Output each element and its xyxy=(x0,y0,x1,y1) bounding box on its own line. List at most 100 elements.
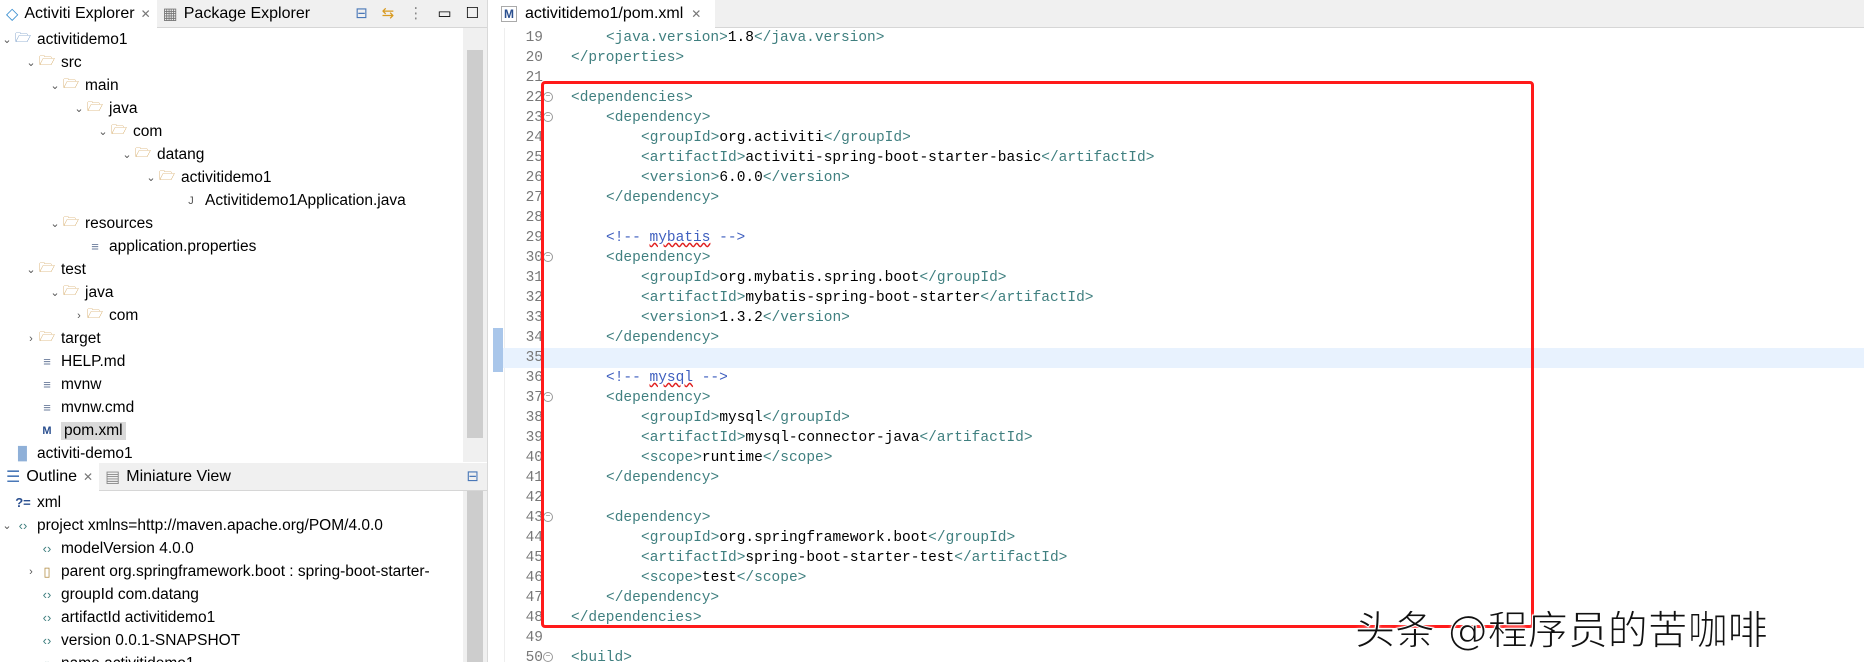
chevron-down-icon[interactable]: ⌄ xyxy=(24,56,38,69)
code-line[interactable]: 26 <version>6.0.0</version> xyxy=(493,168,1864,188)
tree-item[interactable]: ‹› groupId com.datang xyxy=(0,583,462,606)
tree-item[interactable]: ⌄ 🗁 src xyxy=(0,51,462,74)
code-line[interactable]: 25 <artifactId>activiti-spring-boot-start… xyxy=(493,148,1864,168)
code-area[interactable]: 19 <java.version>1.8</java.version> 20 </pr… xyxy=(493,28,1864,666)
text-file-icon: ≡ xyxy=(91,239,99,254)
tab-outline[interactable]: ☰ Outline ✕ xyxy=(0,462,100,491)
tree-item[interactable]: ⌄ 🗁 java xyxy=(0,281,462,304)
code-line[interactable]: 41 </dependency> xyxy=(493,468,1864,488)
chevron-down-icon[interactable]: ⌄ xyxy=(96,125,110,138)
tab-package-explorer[interactable]: ▦ Package Explorer xyxy=(157,0,316,28)
chevron-down-icon[interactable]: ⌄ xyxy=(0,519,14,532)
code-line[interactable]: 19 <java.version>1.8</java.version> xyxy=(493,28,1864,48)
tree-item[interactable]: › ▯ parent org.springframework.boot : spri… xyxy=(0,560,462,583)
maximize-icon[interactable]: ☐ xyxy=(466,4,479,22)
tree-item-label: datang xyxy=(157,145,205,163)
code-line[interactable]: 36 <!-- mysql --> xyxy=(493,368,1864,388)
chevron-down-icon[interactable]: ⌄ xyxy=(0,33,14,46)
tree-item[interactable]: ≡ mvnw xyxy=(0,373,462,396)
tree-item[interactable]: › 🗁 target xyxy=(0,327,462,350)
fold-toggle-icon[interactable]: − xyxy=(543,392,553,402)
tree-item[interactable]: ?= xml xyxy=(0,491,462,514)
fold-toggle-icon[interactable]: − xyxy=(543,112,553,122)
tree-item[interactable]: ≡ application.properties xyxy=(0,235,462,258)
fold-toggle-icon[interactable]: − xyxy=(543,92,553,102)
line-number: 45 xyxy=(525,550,543,566)
tree-item[interactable]: ⌄ 🗁 main xyxy=(0,74,462,97)
code-line[interactable]: 43− <dependency> xyxy=(493,508,1864,528)
code-line[interactable]: 34 </dependency> xyxy=(493,328,1864,348)
tree-item[interactable]: ‹› name activitidemo1 xyxy=(0,652,462,663)
code-line[interactable]: 30− <dependency> xyxy=(493,248,1864,268)
link-with-editor-icon[interactable]: ⇆ xyxy=(382,4,395,22)
code-line[interactable]: 44 <groupId>org.springframework.boot</gro… xyxy=(493,528,1864,548)
line-number: 40 xyxy=(525,450,543,466)
fold-toggle-icon[interactable]: − xyxy=(543,512,553,522)
chevron-down-icon[interactable]: ⌄ xyxy=(48,286,62,299)
code-line[interactable]: 33 <version>1.3.2</version> xyxy=(493,308,1864,328)
code-line[interactable]: 28 xyxy=(493,208,1864,228)
code-line[interactable]: 31 <groupId>org.mybatis.spring.boot</grou… xyxy=(493,268,1864,288)
view-menu-icon[interactable]: ⋮ xyxy=(408,4,423,22)
tree-item[interactable]: ▉ activiti-demo1 xyxy=(0,442,462,462)
tree-item[interactable]: ≡ mvnw.cmd xyxy=(0,396,462,419)
tree-item[interactable]: ⌄ 🗁 com xyxy=(0,120,462,143)
tab-activiti-explorer[interactable]: ◇ Activiti Explorer ✕ xyxy=(0,0,157,28)
minimize-icon[interactable]: ▭ xyxy=(437,4,451,22)
code-line[interactable]: 24 <groupId>org.activiti</groupId> xyxy=(493,128,1864,148)
collapse-all-icon[interactable]: ⊟ xyxy=(466,467,479,485)
code-line[interactable]: 32 <artifactId>mybatis-spring-boot-starte… xyxy=(493,288,1864,308)
chevron-down-icon[interactable]: ⌄ xyxy=(144,171,158,184)
collapse-all-icon[interactable]: ⊟ xyxy=(355,4,368,22)
outline-scrollbar[interactable] xyxy=(463,491,487,662)
close-icon[interactable]: ✕ xyxy=(691,7,701,21)
code-line[interactable]: 39 <artifactId>mysql-connector-java</arti… xyxy=(493,428,1864,448)
chevron-right-icon[interactable]: › xyxy=(24,333,38,345)
tree-item[interactable]: Mpom.xml xyxy=(0,419,462,442)
code-line[interactable]: 29 <!-- mybatis --> xyxy=(493,228,1864,248)
code-line[interactable]: 45 <artifactId>spring-boot-starter-test</… xyxy=(493,548,1864,568)
tree-item[interactable]: ⌄ 🗁 java xyxy=(0,97,462,120)
chevron-down-icon[interactable]: ⌄ xyxy=(120,148,134,161)
tab-miniature-view[interactable]: ▤ Miniature View xyxy=(99,463,237,491)
tree-item[interactable]: ‹› artifactId activitidemo1 xyxy=(0,606,462,629)
tree-item[interactable]: ⌄ 🗁 activitidemo1 xyxy=(0,166,462,189)
code-text: <artifactId>spring-boot-starter-test</ar… xyxy=(641,548,1067,568)
chevron-down-icon[interactable]: ⌄ xyxy=(24,263,38,276)
tree-item[interactable]: ≡ HELP.md xyxy=(0,350,462,373)
code-line[interactable]: 22− <dependencies> xyxy=(493,88,1864,108)
fold-toggle-icon[interactable]: − xyxy=(543,652,553,662)
tab-pom-xml[interactable]: Mactivitidemo1/pom.xml ✕ xyxy=(493,0,715,28)
scrollbar-thumb[interactable] xyxy=(467,491,483,662)
explorer-scrollbar[interactable] xyxy=(463,28,487,462)
tree-item[interactable]: › 🗁 com xyxy=(0,304,462,327)
chevron-down-icon[interactable]: ⌄ xyxy=(48,79,62,92)
code-line[interactable]: 37− <dependency> xyxy=(493,388,1864,408)
fold-toggle-icon[interactable]: − xyxy=(543,252,553,262)
tree-item[interactable]: ‹› modelVersion 4.0.0 xyxy=(0,537,462,560)
chevron-down-icon[interactable]: ⌄ xyxy=(48,217,62,230)
tree-item[interactable]: ⌄ ‹› project xmlns=http://maven.apache.org… xyxy=(0,514,462,537)
chevron-right-icon[interactable]: › xyxy=(72,310,86,322)
code-line[interactable]: 23− <dependency> xyxy=(493,108,1864,128)
chevron-down-icon[interactable]: ⌄ xyxy=(72,102,86,115)
code-line[interactable]: 38 <groupId>mysql</groupId> xyxy=(493,408,1864,428)
code-line[interactable]: 46 <scope>test</scope> xyxy=(493,568,1864,588)
code-line[interactable]: 27 </dependency> xyxy=(493,188,1864,208)
code-line[interactable]: 35 xyxy=(493,348,1864,368)
tree-item[interactable]: ⌄ 🗁 test xyxy=(0,258,462,281)
code-line[interactable]: 42 xyxy=(493,488,1864,508)
code-line[interactable]: 20 </properties> xyxy=(493,48,1864,68)
tree-item[interactable]: ⌄ 🗁 resources xyxy=(0,212,462,235)
tree-item[interactable]: J Activitidemo1Application.java xyxy=(0,189,462,212)
xml-tag: </properties> xyxy=(571,50,685,66)
close-icon[interactable]: ✕ xyxy=(83,470,93,484)
code-line[interactable]: 21 xyxy=(493,68,1864,88)
close-icon[interactable]: ✕ xyxy=(141,7,151,21)
tree-item[interactable]: ‹› version 0.0.1-SNAPSHOT xyxy=(0,629,462,652)
scrollbar-thumb[interactable] xyxy=(467,50,483,438)
code-line[interactable]: 40 <scope>runtime</scope> xyxy=(493,448,1864,468)
tree-item[interactable]: ⌄ 🗁 activitidemo1 xyxy=(0,28,462,51)
tree-item[interactable]: ⌄ 🗁 datang xyxy=(0,143,462,166)
chevron-right-icon[interactable]: › xyxy=(24,566,38,578)
